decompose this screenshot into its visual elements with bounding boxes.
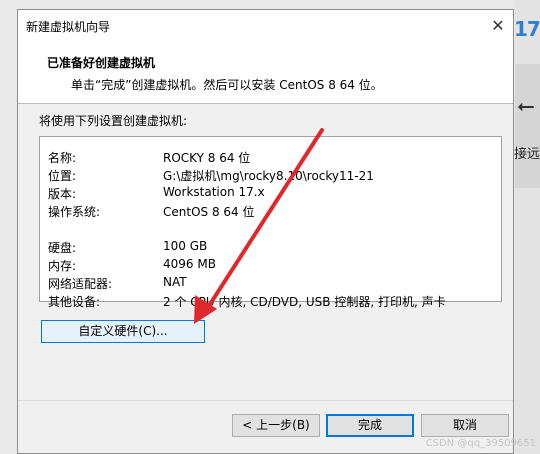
finish-button[interactable]: 完成: [326, 414, 414, 437]
summary-label: 版本:: [48, 187, 77, 201]
summary-row: 名称: ROCKY 8 64 位: [40, 149, 501, 167]
summary-row: 位置: G:\虚拟机\mg\rocky8.10\rocky11-21: [40, 167, 501, 185]
back-arrow-icon: ⭠: [517, 94, 535, 119]
summary-value: 4096 MB: [163, 257, 216, 271]
background-app-partial-text: 接远: [514, 147, 540, 162]
background-app-number: 17: [514, 17, 540, 41]
summary-row: 硬盘: 100 GB: [40, 239, 501, 257]
watermark: CSDN @qq_39509651: [425, 438, 536, 449]
summary-label: 硬盘:: [48, 241, 77, 255]
dialog-title: 新建虚拟机向导: [26, 20, 111, 34]
summary-value: G:\虚拟机\mg\rocky8.10\rocky11-21: [163, 169, 374, 183]
summary-value: Workstation 17.x: [163, 185, 265, 199]
dialog-titlebar: 新建虚拟机向导 ✕: [18, 10, 513, 41]
summary-row: 网络适配器: NAT: [40, 275, 501, 293]
header-title: 已准备好创建虚拟机: [47, 56, 156, 70]
summary-value: 100 GB: [163, 239, 208, 253]
summary-row: 其他设备: 2 个 CPU 内核, CD/DVD, USB 控制器, 打印机, …: [40, 293, 501, 311]
cancel-button[interactable]: 取消: [421, 414, 509, 437]
summary-row: 操作系统: CentOS 8 64 位: [40, 203, 501, 221]
wizard-header: 已准备好创建虚拟机 单击“完成”创建虚拟机。然后可以安装 CentOS 8 64…: [18, 41, 513, 104]
summary-value: CentOS 8 64 位: [163, 205, 255, 219]
back-button[interactable]: < 上一步(B): [232, 414, 320, 437]
summary-label: 内存:: [48, 259, 77, 273]
summary-label: 其他设备:: [48, 295, 101, 309]
summary-value: NAT: [163, 275, 187, 289]
summary-row: 版本: Workstation 17.x: [40, 185, 501, 203]
summary-label: 名称:: [48, 151, 77, 165]
close-icon[interactable]: ✕: [483, 10, 513, 41]
settings-summary-box: 名称: ROCKY 8 64 位 位置: G:\虚拟机\mg\rocky8.10…: [39, 136, 502, 309]
summary-value: ROCKY 8 64 位: [163, 151, 251, 165]
summary-value: 2 个 CPU 内核, CD/DVD, USB 控制器, 打印机, 声卡: [163, 295, 446, 309]
summary-row: 内存: 4096 MB: [40, 257, 501, 275]
summary-label: 网络适配器:: [48, 277, 113, 291]
new-vm-wizard-dialog: 新建虚拟机向导 ✕ 已准备好创建虚拟机 单击“完成”创建虚拟机。然后可以安装 C…: [17, 9, 514, 454]
summary-label: 位置:: [48, 169, 77, 183]
background-app-panel: [515, 64, 540, 188]
summary-label: 操作系统:: [48, 205, 101, 219]
header-subtitle: 单击“完成”创建虚拟机。然后可以安装 CentOS 8 64 位。: [71, 78, 383, 92]
settings-intro-label: 将使用下列设置创建虚拟机:: [39, 114, 188, 128]
customize-hardware-button[interactable]: 自定义硬件(C)...: [41, 320, 205, 343]
